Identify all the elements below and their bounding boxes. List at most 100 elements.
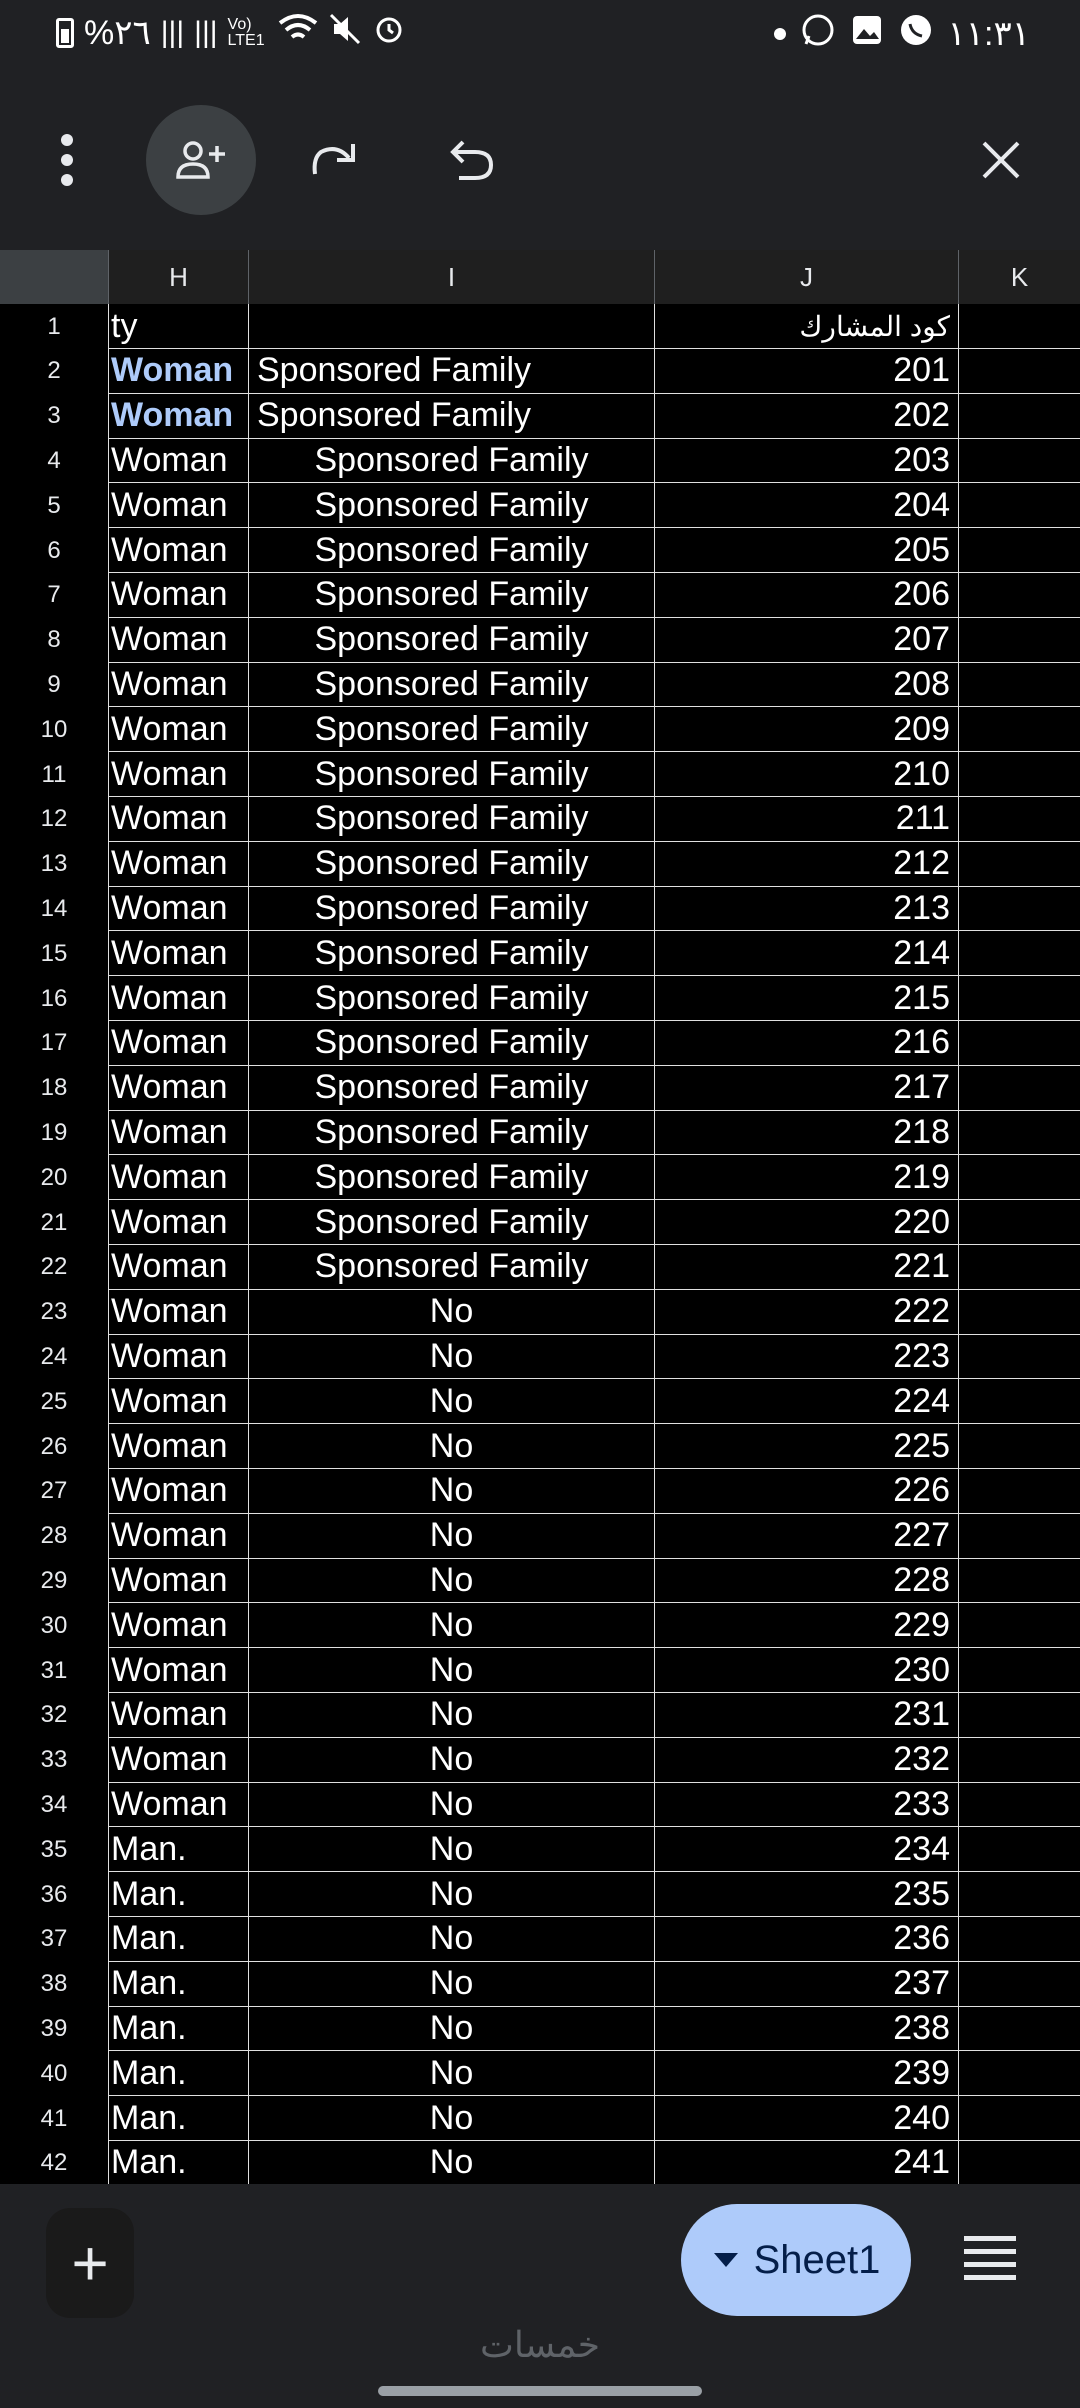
cell-h[interactable]: Woman [108, 483, 248, 529]
cell-i[interactable]: Sponsored Family [248, 438, 654, 484]
cell-i[interactable]: Sponsored Family [248, 1244, 654, 1290]
row-number[interactable]: 20 [0, 1155, 108, 1201]
cell-h[interactable]: Man. [108, 1961, 248, 2007]
cell-k[interactable] [958, 707, 1080, 753]
cell-j[interactable]: 213 [654, 886, 958, 932]
row-number[interactable]: 9 [0, 662, 108, 708]
cell-k[interactable] [958, 304, 1080, 349]
cell-i[interactable]: Sponsored Family [248, 707, 654, 753]
row-number[interactable]: 22 [0, 1244, 108, 1290]
cell-k[interactable] [958, 752, 1080, 797]
undo-button[interactable] [416, 105, 526, 215]
cell-k[interactable] [958, 1827, 1080, 1873]
cell-i[interactable]: No [248, 1603, 654, 1649]
cell-h[interactable]: Woman [108, 841, 248, 887]
cell-i[interactable]: Sponsored Family [248, 393, 654, 439]
cell-i[interactable]: No [248, 1827, 654, 1873]
cell-j[interactable]: كود المشارك [654, 304, 958, 349]
cell-j[interactable]: 208 [654, 662, 958, 708]
cell-i[interactable]: No [248, 1379, 654, 1425]
cell-j[interactable]: 218 [654, 1110, 958, 1156]
cell-k[interactable] [958, 1558, 1080, 1604]
column-header-j[interactable]: J [654, 250, 958, 304]
cell-h[interactable]: Woman [108, 528, 248, 573]
row-number[interactable]: 13 [0, 841, 108, 887]
cell-h[interactable]: Woman [108, 1065, 248, 1111]
cell-k[interactable] [958, 1782, 1080, 1828]
column-header-i[interactable]: I [248, 250, 654, 304]
cell-h[interactable]: Woman [108, 1558, 248, 1604]
cell-i[interactable]: No [248, 1334, 654, 1380]
cell-i[interactable]: No [248, 1424, 654, 1469]
row-number[interactable]: 29 [0, 1558, 108, 1604]
cell-j[interactable]: 220 [654, 1200, 958, 1245]
cell-k[interactable] [958, 976, 1080, 1021]
cell-j[interactable]: 207 [654, 617, 958, 663]
cell-k[interactable] [958, 1379, 1080, 1425]
row-number[interactable]: 37 [0, 1916, 108, 1962]
cell-j[interactable]: 205 [654, 528, 958, 573]
cell-i[interactable]: Sponsored Family [248, 1065, 654, 1111]
cell-j[interactable]: 233 [654, 1782, 958, 1828]
cell-h[interactable]: Woman [108, 1513, 248, 1559]
cell-h[interactable]: Woman [108, 1200, 248, 1245]
cell-h[interactable]: Woman [108, 1289, 248, 1335]
cell-i[interactable] [248, 304, 654, 349]
cell-i[interactable]: No [248, 2096, 654, 2141]
cell-j[interactable]: 201 [654, 348, 958, 394]
cell-h[interactable]: Woman [108, 1020, 248, 1066]
cell-i[interactable]: Sponsored Family [248, 1110, 654, 1156]
cell-h[interactable]: Woman [108, 796, 248, 842]
row-number[interactable]: 28 [0, 1513, 108, 1559]
cell-j[interactable]: 231 [654, 1692, 958, 1738]
cell-h[interactable]: Man. [108, 1916, 248, 1962]
cell-k[interactable] [958, 1916, 1080, 1962]
cell-k[interactable] [958, 1289, 1080, 1335]
cell-i[interactable]: Sponsored Family [248, 572, 654, 618]
cell-j[interactable]: 224 [654, 1379, 958, 1425]
cell-i[interactable]: No [248, 1558, 654, 1604]
row-number[interactable]: 33 [0, 1737, 108, 1783]
cell-k[interactable] [958, 1737, 1080, 1783]
cell-j[interactable]: 238 [654, 2006, 958, 2052]
cell-k[interactable] [958, 393, 1080, 439]
cell-k[interactable] [958, 841, 1080, 887]
row-number[interactable]: 11 [0, 752, 108, 797]
row-number[interactable]: 42 [0, 2140, 108, 2184]
cell-h[interactable]: Woman [108, 662, 248, 708]
cell-i[interactable]: Sponsored Family [248, 617, 654, 663]
cell-j[interactable]: 202 [654, 393, 958, 439]
cell-k[interactable] [958, 2140, 1080, 2184]
cell-k[interactable] [958, 1424, 1080, 1469]
row-number[interactable]: 10 [0, 707, 108, 753]
cell-h[interactable]: Woman [108, 1379, 248, 1425]
row-number[interactable]: 12 [0, 796, 108, 842]
cell-h[interactable]: Woman [108, 1110, 248, 1156]
row-number[interactable]: 5 [0, 483, 108, 529]
cell-i[interactable]: No [248, 1468, 654, 1514]
cell-j[interactable]: 241 [654, 2140, 958, 2184]
row-number[interactable]: 24 [0, 1334, 108, 1380]
cell-j[interactable]: 230 [654, 1648, 958, 1693]
cell-k[interactable] [958, 1155, 1080, 1201]
row-number[interactable]: 16 [0, 976, 108, 1021]
cell-k[interactable] [958, 1648, 1080, 1693]
cell-h[interactable]: Woman [108, 1782, 248, 1828]
cell-j[interactable]: 217 [654, 1065, 958, 1111]
cell-i[interactable]: No [248, 1961, 654, 2007]
row-number[interactable]: 18 [0, 1065, 108, 1111]
cell-k[interactable] [958, 2096, 1080, 2141]
cell-j[interactable]: 210 [654, 752, 958, 797]
cell-h[interactable]: Woman [108, 886, 248, 932]
row-number[interactable]: 2 [0, 348, 108, 394]
cell-h[interactable]: Man. [108, 2096, 248, 2141]
cell-i[interactable]: No [248, 2006, 654, 2052]
cell-h[interactable]: Woman [108, 707, 248, 753]
cell-k[interactable] [958, 1244, 1080, 1290]
cell-k[interactable] [958, 662, 1080, 708]
more-options-button[interactable] [12, 105, 122, 215]
cell-i[interactable]: Sponsored Family [248, 1200, 654, 1245]
row-number[interactable]: 6 [0, 528, 108, 573]
cell-h[interactable]: Woman [108, 572, 248, 618]
cell-k[interactable] [958, 572, 1080, 618]
